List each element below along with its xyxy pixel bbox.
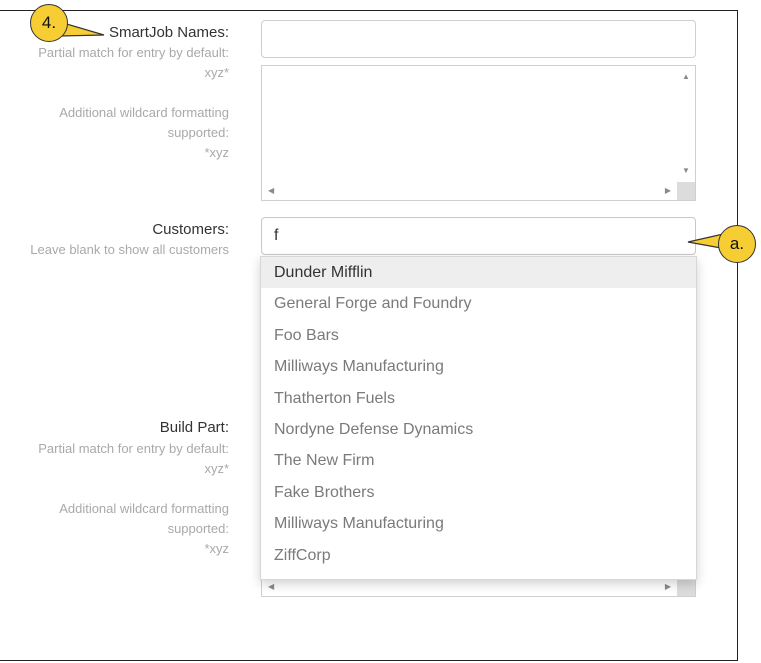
- customer-option[interactable]: Fake Brothers: [261, 477, 696, 508]
- build-part-hint-line4: supported:: [167, 521, 229, 536]
- scroll-up-arrow-icon[interactable]: ▲: [682, 72, 690, 82]
- callout-step-4: 4.: [30, 4, 68, 42]
- scroll-right-arrow-icon[interactable]: ▶: [665, 186, 671, 196]
- customers-label: Customers:: [152, 221, 229, 238]
- build-part-hint-line2: xyz*: [204, 461, 229, 476]
- scroll-left-arrow-icon[interactable]: ◀: [268, 582, 274, 592]
- scroll-down-arrow-icon[interactable]: ▼: [682, 166, 690, 176]
- smartjob-hint-line3: Additional wildcard formatting: [59, 105, 229, 120]
- build-part-hint-line5: *xyz: [204, 541, 229, 556]
- build-part-hint-line1: Partial match for entry by default:: [38, 441, 229, 456]
- scrollbar-corner: [677, 182, 695, 200]
- smartjob-hint-line5: *xyz: [204, 145, 229, 160]
- scroll-right-arrow-icon[interactable]: ▶: [665, 582, 671, 592]
- customer-option[interactable]: Thatherton Fuels: [261, 383, 696, 414]
- customer-option[interactable]: Milliways Manufacturing: [261, 351, 696, 382]
- customer-option[interactable]: ZiffCorp: [261, 540, 696, 571]
- customers-input[interactable]: f: [261, 217, 696, 255]
- build-part-label: Build Part:: [159, 419, 229, 436]
- callout-sub-a: a.: [718, 225, 756, 263]
- build-part-hint-line3: Additional wildcard formatting: [59, 501, 229, 516]
- customer-option[interactable]: Foo Bars: [261, 320, 696, 351]
- smartjob-hint-line4: supported:: [167, 125, 229, 140]
- customer-option[interactable]: General Forge and Foundry: [261, 288, 696, 319]
- build-part-horizontal-scrollbar[interactable]: ◀ ▶: [262, 578, 677, 596]
- customer-option[interactable]: Nordyne Defense Dynamics: [261, 414, 696, 445]
- smartjob-names-listbox[interactable]: ▲ ▼ ◀ ▶: [261, 65, 696, 201]
- scroll-left-arrow-icon[interactable]: ◀: [268, 186, 274, 196]
- listbox-horizontal-scrollbar[interactable]: ◀ ▶: [262, 182, 677, 200]
- customer-option[interactable]: Milliways Manufacturing: [261, 508, 696, 539]
- customer-option[interactable]: Dunder Mifflin: [261, 257, 696, 289]
- smartjob-hint-line2: xyz*: [204, 65, 229, 80]
- customers-autocomplete-dropdown: Dunder Mifflin General Forge and Foundry…: [260, 256, 697, 580]
- scrollbar-corner: [677, 578, 695, 596]
- smartjob-names-input[interactable]: [261, 20, 696, 58]
- customers-hint: Leave blank to show all customers: [30, 242, 229, 257]
- customer-option[interactable]: The New Firm: [261, 445, 696, 476]
- listbox-vertical-scrollbar[interactable]: ▲ ▼: [677, 66, 695, 182]
